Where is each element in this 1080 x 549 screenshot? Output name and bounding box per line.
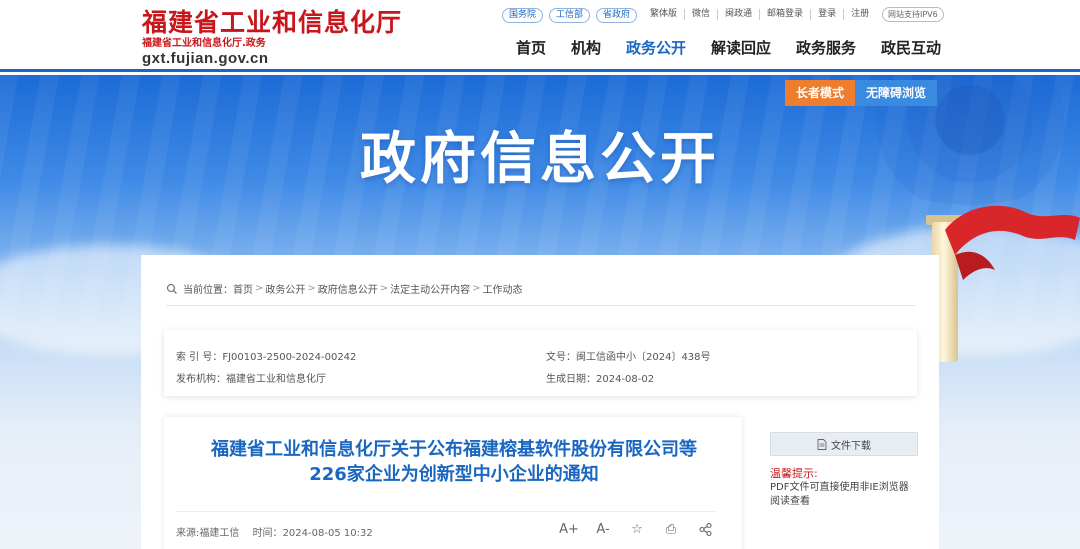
meta-date-value: 2024-08-02 <box>596 374 655 385</box>
meta-index: 索 引 号：FJ00103-2500-2024-00242 <box>176 348 356 363</box>
breadcrumb-separator: > <box>255 283 264 294</box>
breadcrumb: 当前位置： 首页 > 政务公开 > 政府信息公开 > 法定主动公开内容 > 工作… <box>166 281 523 296</box>
meta-publisher-value: 福建省工业和信息化厅 <box>226 374 326 385</box>
login-link[interactable]: 登录 <box>810 9 843 20</box>
breadcrumb-separator: > <box>472 283 481 294</box>
print-icon[interactable]: ⎙ <box>661 519 681 539</box>
file-download-label: 文件下载 <box>831 440 871 452</box>
meta-doc-no-value: 闽工信函中小〔2024〕438号 <box>576 352 711 363</box>
ipv6-badge: 网站支持IPV6 <box>882 7 944 22</box>
breadcrumb-item-affairs[interactable]: 政务公开 <box>265 281 305 296</box>
nav-government-affairs[interactable]: 政务公开 <box>626 38 686 58</box>
nav-services[interactable]: 政务服务 <box>796 38 856 58</box>
article-info-divider <box>176 511 716 512</box>
article-title: 福建省工业和信息化厅关于公布福建榕基软件股份有限公司等 226家企业为创新型中小… <box>174 437 734 487</box>
meta-date: 生成日期：2024-08-02 <box>546 370 654 385</box>
banner-title: 政府信息公开 <box>360 127 720 192</box>
accessibility-button[interactable]: 无障碍浏览 <box>855 80 938 106</box>
favorite-star-icon[interactable]: ☆ <box>627 519 647 539</box>
portal-links: 国务院 工信部 省政府 <box>502 8 638 23</box>
file-download-button[interactable]: 文件下载 <box>770 432 918 456</box>
meta-publisher: 发布机构：福建省工业和信息化厅 <box>176 370 326 385</box>
breadcrumb-separator: > <box>307 283 316 294</box>
tip-title: 温馨提示: <box>770 467 818 480</box>
article-time-label: 时间： <box>252 528 283 539</box>
site-title: 福建省工业和信息化厅 <box>142 8 403 37</box>
meta-index-label: 索 引 号： <box>176 352 223 363</box>
sidebar: 文件下载 温馨提示: PDF文件可直接使用非IE浏览器阅读查看 <box>770 432 918 509</box>
font-decrease-icon[interactable]: A- <box>593 519 613 539</box>
font-increase-icon[interactable]: A+ <box>559 519 579 539</box>
nav-organization[interactable]: 机构 <box>571 38 601 58</box>
meta-doc-no-label: 文号： <box>546 352 576 363</box>
breadcrumb-item-statutory[interactable]: 法定主动公开内容 <box>390 281 470 296</box>
site-logo[interactable]: 福建省工业和信息化厅 福建省工业和信息化厅.政务 gxt.fujian.gov.… <box>142 8 402 68</box>
breadcrumb-item-home[interactable]: 首页 <box>233 281 253 296</box>
meta-doc-no: 文号：闽工信函中小〔2024〕438号 <box>546 348 711 363</box>
article-info: 来源:福建工信 时间：2024-08-05 10:32 <box>176 524 373 539</box>
wechat-link[interactable]: 微信 <box>684 9 717 20</box>
breadcrumb-divider <box>166 305 916 306</box>
site-subtitle: 福建省工业和信息化厅.政务 <box>142 38 266 49</box>
meta-index-value: FJ00103-2500-2024-00242 <box>222 352 357 363</box>
nav-interpretation[interactable]: 解读回应 <box>711 38 771 58</box>
mail-login-link[interactable]: 邮箱登录 <box>759 9 810 20</box>
document-meta: 索 引 号：FJ00103-2500-2024-00242 文号：闽工信函中小〔… <box>164 330 917 396</box>
document-icon <box>817 438 827 450</box>
location-icon <box>166 283 177 294</box>
site-header: 福建省工业和信息化厅 福建省工业和信息化厅.政务 gxt.fujian.gov.… <box>0 0 1080 72</box>
nav-home[interactable]: 首页 <box>516 38 546 58</box>
portal-link-state-council[interactable]: 国务院 <box>502 8 544 23</box>
breadcrumb-separator: > <box>379 283 389 294</box>
nav-interaction[interactable]: 政民互动 <box>881 38 941 58</box>
breadcrumb-item-info[interactable]: 政府信息公开 <box>318 281 378 296</box>
minzhengtong-link[interactable]: 闽政通 <box>717 9 759 20</box>
elder-mode-button[interactable]: 长者模式 <box>785 80 856 106</box>
red-ribbon-decoration <box>945 205 1080 280</box>
share-icon[interactable] <box>695 519 715 539</box>
article-area: 福建省工业和信息化厅关于公布福建榕基软件股份有限公司等 226家企业为创新型中小… <box>164 417 742 549</box>
site-url: gxt.fujian.gov.cn <box>142 50 269 67</box>
meta-publisher-label: 发布机构： <box>176 374 226 385</box>
article-source: 来源:福建工信 <box>176 528 240 539</box>
portal-link-province[interactable]: 省政府 <box>596 8 638 23</box>
tip-text: PDF文件可直接使用非IE浏览器阅读查看 <box>770 482 909 507</box>
breadcrumb-label: 当前位置： <box>183 285 233 296</box>
breadcrumb-item-news[interactable]: 工作动态 <box>483 281 523 296</box>
article-tools: A+ A- ☆ ⎙ <box>559 519 715 539</box>
content-card: 当前位置： 首页 > 政务公开 > 政府信息公开 > 法定主动公开内容 > 工作… <box>141 255 939 549</box>
article-title-line2: 226家企业为创新型中小企业的通知 <box>309 464 599 485</box>
traditional-chinese-link[interactable]: 繁体版 <box>650 9 684 20</box>
meta-date-label: 生成日期： <box>546 374 596 385</box>
register-link[interactable]: 注册 <box>843 9 876 20</box>
top-links: 繁体版 微信 闽政通 邮箱登录 登录 注册 <box>650 9 876 20</box>
article-time-value: 2024-08-05 10:32 <box>282 528 373 539</box>
article-title-line1: 福建省工业和信息化厅关于公布福建榕基软件股份有限公司等 <box>211 439 697 460</box>
portal-link-miit[interactable]: 工信部 <box>549 8 591 23</box>
mode-buttons: 长者模式 无障碍浏览 <box>785 80 938 106</box>
